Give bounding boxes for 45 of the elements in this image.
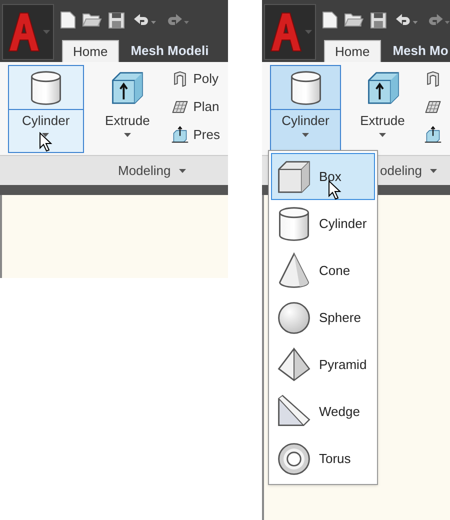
caret-icon [379, 133, 386, 137]
caret-icon [304, 30, 312, 34]
menu-item[interactable]: Sphere [271, 294, 375, 341]
small-tool-button[interactable]: Plan [171, 95, 220, 119]
presspull-icon [171, 126, 190, 144]
small-tool-button[interactable]: Pres [171, 123, 220, 147]
application-menu-button[interactable] [264, 4, 316, 60]
planar-surface-icon [171, 98, 190, 116]
split-tool-button[interactable]: Cylinder [270, 65, 341, 153]
ribbon-tab[interactable]: Home [324, 40, 381, 62]
open-folder-icon[interactable] [344, 12, 364, 28]
caret-icon [42, 133, 50, 137]
menu-item[interactable]: Box [271, 153, 375, 200]
new-file-icon[interactable] [60, 11, 76, 29]
menu-item[interactable]: Torus [271, 435, 375, 482]
presspull-icon [424, 126, 442, 144]
caret-icon [430, 168, 437, 172]
caret-icon [42, 30, 50, 34]
save-icon[interactable] [108, 12, 125, 28]
logo-icon [6, 11, 40, 53]
caret-icon [302, 133, 309, 137]
cursor-icon [39, 132, 53, 152]
pyramid-icon [275, 346, 313, 384]
open-folder-icon[interactable] [82, 12, 102, 28]
ribbon-tab[interactable]: Home [62, 40, 119, 62]
ribbon-tab[interactable]: Mesh Modeli [122, 40, 217, 62]
panel-title-bar[interactable]: Modeling [0, 155, 228, 185]
menu-item[interactable]: Pyramid [271, 341, 375, 388]
split-tool-button[interactable]: Cylinder [8, 65, 84, 153]
caret-icon [178, 168, 186, 172]
small-tool-button[interactable]: Poly [171, 67, 220, 91]
split-tool-button[interactable]: Extrude [347, 65, 418, 153]
planar-surface-icon [424, 98, 442, 116]
new-file-icon[interactable] [322, 11, 338, 29]
save-icon[interactable] [370, 12, 386, 28]
application-menu-button[interactable] [2, 4, 54, 60]
split-tool-button[interactable]: Extrude [90, 65, 166, 153]
menu-item[interactable]: Cylinder [271, 200, 375, 247]
caret-icon [124, 133, 131, 137]
ribbon-tab[interactable]: Mesh Mo [384, 40, 450, 62]
menu-item[interactable]: Cone [271, 247, 375, 294]
polysolid-icon [424, 70, 442, 88]
menu-item[interactable]: Wedge [271, 388, 375, 435]
logo-icon [268, 11, 302, 53]
cursor-icon [328, 180, 342, 200]
